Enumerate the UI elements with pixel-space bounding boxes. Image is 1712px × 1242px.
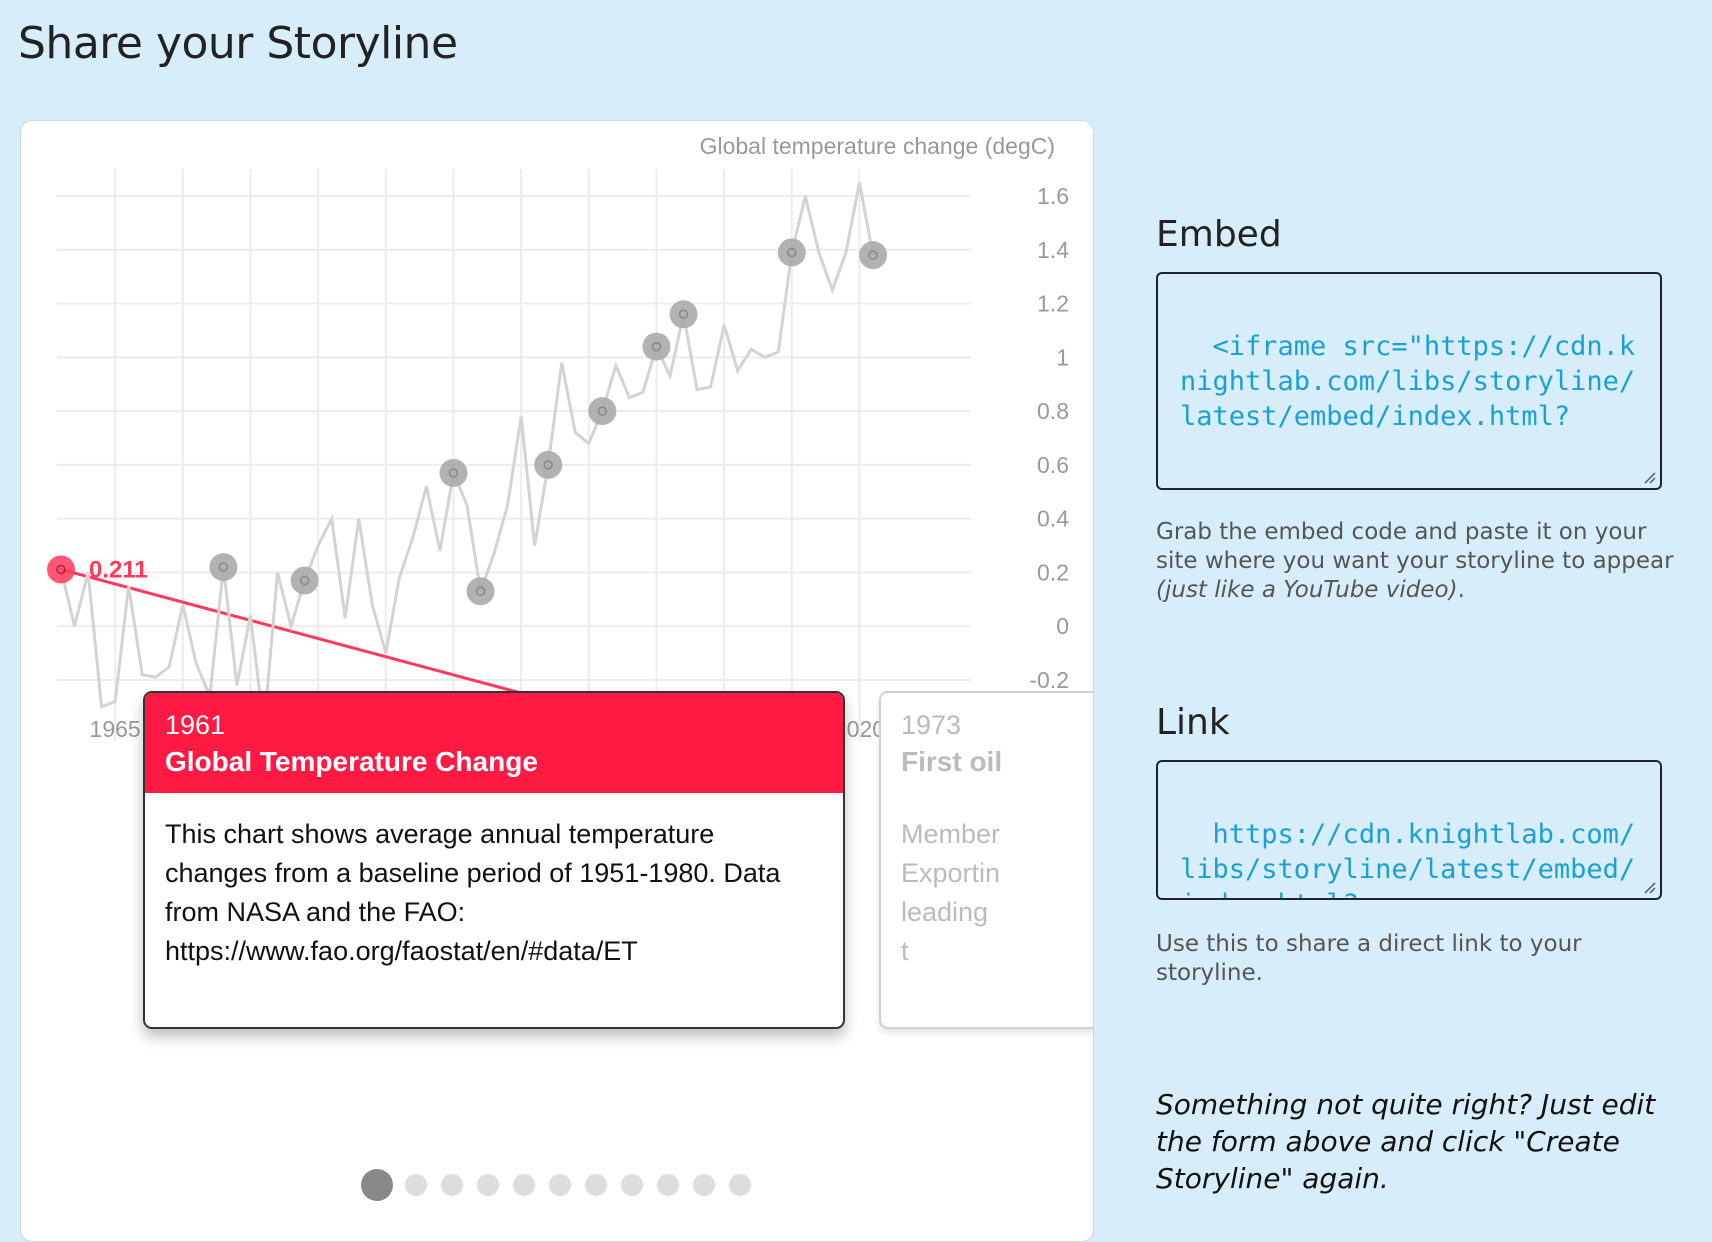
storyline-preview: 1.61.41.210.80.60.40.20-0.2 196519701975… [20,120,1094,1242]
y-tick-label: 1 [1056,344,1069,370]
pagination-dot[interactable] [361,1169,393,1201]
link-heading: Link [1156,702,1230,743]
embed-code-text: <iframe src="https://cdn.knightlab.com/l… [1180,331,1636,432]
link-help-text: Use this to share a direct link to your … [1156,931,1582,986]
pagination-dot[interactable] [693,1174,715,1196]
point-marker[interactable] [777,238,806,267]
y-tick-label: -0.2 [1029,667,1069,693]
point-marker[interactable] [209,553,238,582]
point-marker[interactable] [290,566,319,595]
pagination-dot[interactable] [405,1174,427,1196]
slide-date: 1961 [165,710,226,740]
y-axis-ticks: 1.6 1.4 1.2 1 0.8 0.6 0.4 0.2 0 -0.2 [1029,183,1069,693]
active-value-label: 0.211 [89,556,148,583]
x-tick-label: 1965 [90,716,141,742]
y-tick-label: 1.4 [1037,237,1069,263]
resize-handle-icon[interactable] [1642,880,1656,894]
y-tick-label: 0.6 [1037,452,1069,478]
page-title: Share your Storyline [18,18,458,69]
slide-pagination [361,1169,765,1201]
slide-title: Global Temperature Change [165,746,538,777]
link-url-textarea[interactable]: https://cdn.knightlab.com/libs/storyline… [1156,760,1662,900]
slide-body: This chart shows average annual temperat… [165,819,781,966]
slide-body: Member Exportin leading t [901,819,1001,966]
pagination-dot[interactable] [513,1174,535,1196]
y-tick-label: 1.6 [1037,183,1069,209]
embed-help-text: Grab the embed code and paste it on your… [1156,518,1676,605]
y-tick-label: 0.8 [1037,398,1069,424]
y-tick-label: 0 [1056,613,1069,639]
pagination-dot[interactable] [441,1174,463,1196]
embed-code-textarea[interactable]: <iframe src="https://cdn.knightlab.com/l… [1156,272,1662,490]
slide-date: 1973 [901,710,962,740]
embed-help-italic: (just like a YouTube video) [1156,577,1458,603]
point-marker[interactable] [642,332,671,361]
point-marker[interactable] [534,450,563,479]
slide-title: First oil [901,746,1003,777]
chart-markers[interactable] [47,238,887,606]
point-marker[interactable] [669,300,698,329]
pagination-dot[interactable] [621,1174,643,1196]
embed-help-end: . [1457,577,1465,603]
slide-header: 1973 First oil [881,693,1093,793]
y-tick-label: 1.2 [1037,291,1069,317]
slide-header: 1961 Global Temperature Change [145,693,843,793]
point-marker[interactable] [439,458,468,487]
point-marker[interactable] [588,397,617,426]
active-point-marker[interactable] [47,555,75,584]
pagination-dot[interactable] [477,1174,499,1196]
pagination-dot[interactable] [549,1174,571,1196]
embed-heading: Embed [1156,214,1282,255]
y-tick-label: 0.4 [1037,506,1069,532]
point-marker[interactable] [466,577,495,606]
pagination-dot[interactable] [585,1174,607,1196]
point-marker[interactable] [859,241,887,270]
y-axis-title: Global temperature change (degC) [699,133,1055,159]
pagination-dot[interactable] [729,1174,751,1196]
embed-help-main: Grab the embed code and paste it on your… [1156,519,1674,574]
pagination-dot[interactable] [657,1174,679,1196]
link-url-text: https://cdn.knightlab.com/libs/storyline… [1180,819,1636,898]
slide-card-next[interactable]: 1973 First oil Member Exportin leading t [879,691,1093,1029]
edit-note: Something not quite right? Just edit the… [1156,1088,1656,1195]
resize-handle-icon[interactable] [1642,470,1656,484]
y-tick-label: 0.2 [1037,559,1069,585]
slide-card-active[interactable]: 1961 Global Temperature Change This char… [143,691,845,1029]
